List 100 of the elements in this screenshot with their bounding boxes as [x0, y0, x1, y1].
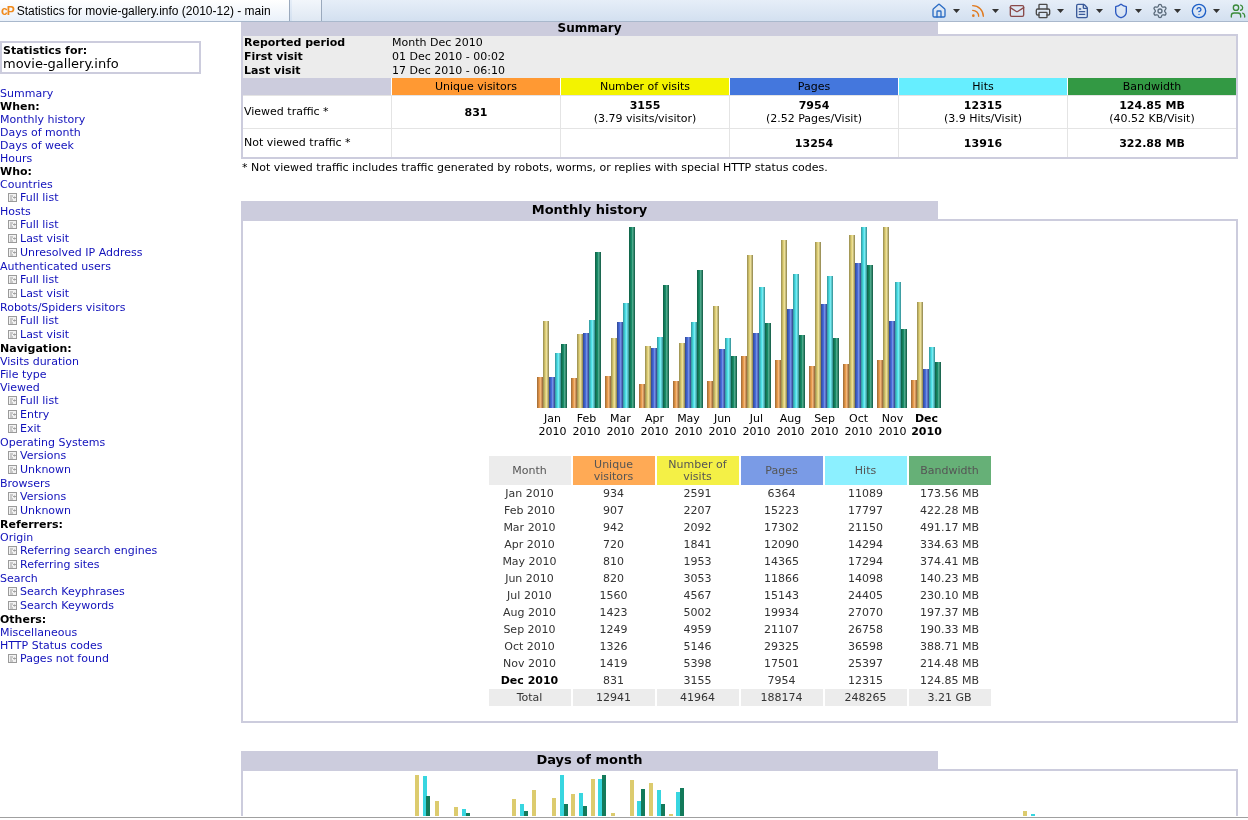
table-cell-text: 2591: [682, 486, 713, 502]
rss-feed-icon[interactable]: [970, 2, 986, 19]
sidebar-sublink[interactable]: Referring search engines: [8, 544, 158, 557]
column-header: Bandwidth: [1067, 78, 1236, 95]
column-header: Hits: [824, 456, 907, 485]
caret-icon[interactable]: [1135, 8, 1142, 13]
table-cell-text: Feb 2010: [503, 503, 556, 519]
sidebar-link[interactable]: Days of week: [0, 139, 74, 152]
sidebar-link[interactable]: Countries: [0, 178, 53, 191]
section-title: Days of month: [241, 751, 938, 769]
page-icon: [8, 465, 17, 474]
table-cell-text: 2207: [682, 503, 713, 519]
sidebar-sublink[interactable]: Search Keywords: [8, 599, 114, 612]
shield-icon[interactable]: [1113, 2, 1129, 19]
table-cell-text: 820: [602, 571, 625, 587]
sidebar-link[interactable]: Browsers: [0, 477, 51, 490]
table-cell-text: 5146: [682, 639, 713, 655]
sidebar-link[interactable]: Monthly history: [0, 113, 86, 126]
sidebar-link[interactable]: Summary: [0, 87, 54, 100]
sidebar-sublink[interactable]: Last visit: [8, 287, 70, 300]
table-cell-text: 1249: [598, 622, 629, 638]
caret-icon[interactable]: [1096, 8, 1103, 13]
page-icon: [8, 546, 17, 555]
table-cell-text: 214.48 MB: [919, 656, 980, 672]
cell-value: 12315: [963, 99, 1003, 112]
sidebar-sublink[interactable]: Unknown: [8, 504, 72, 517]
people-icon[interactable]: [1230, 2, 1246, 19]
sidebar-sublink[interactable]: Full list: [8, 218, 59, 231]
sidebar-link[interactable]: Days of month: [0, 126, 81, 139]
sidebar-link[interactable]: Viewed: [0, 381, 40, 394]
sidebar-link[interactable]: HTTP Status codes: [0, 639, 103, 652]
site-label: Statistics for:: [3, 44, 89, 57]
mail-icon[interactable]: [1009, 2, 1025, 19]
caret-icon[interactable]: [1213, 8, 1220, 13]
sidebar-sublink[interactable]: Versions: [8, 490, 67, 503]
section-title: Summary: [241, 22, 938, 34]
sidebar-sublink[interactable]: Full list: [8, 394, 59, 407]
sidebar-sublink[interactable]: Entry: [8, 408, 50, 421]
table-cell-text: 5002: [682, 605, 713, 621]
page-icon: [8, 275, 17, 284]
table-cell-text: 3053: [682, 571, 713, 587]
sidebar-link[interactable]: Operating Systems: [0, 436, 106, 449]
column-header: Pages: [729, 78, 898, 95]
sidebar-link[interactable]: Hours: [0, 152, 33, 165]
sidebar-sublink[interactable]: Last visit: [8, 328, 70, 341]
sidebar-link[interactable]: Visits duration: [0, 355, 79, 368]
sidebar-link[interactable]: Origin: [0, 531, 34, 544]
table-cell-text: 24405: [847, 588, 884, 604]
sidebar-sublink[interactable]: Pages not found: [8, 652, 109, 665]
column-header: Month: [488, 456, 571, 485]
cell-note: (40.52 KB/Visit): [1109, 112, 1195, 125]
table-cell-text: 17302: [763, 520, 800, 536]
sidebar-sublink[interactable]: Full list: [8, 314, 59, 327]
cell-value: 7954: [798, 99, 830, 112]
sidebar-sublink[interactable]: Full list: [8, 191, 59, 204]
caret-icon[interactable]: [1174, 8, 1181, 13]
table-cell-text: 25397: [847, 656, 884, 672]
caret-icon[interactable]: [1057, 8, 1064, 13]
sidebar-link[interactable]: Authenticated users: [0, 260, 111, 273]
settings-icon[interactable]: [1152, 2, 1168, 19]
help-icon[interactable]: [1191, 2, 1207, 19]
sidebar-link[interactable]: File type: [0, 368, 47, 381]
browser-tab[interactable]: cP Statistics for movie-gallery.info (2010-12) - main: [0, 0, 290, 21]
field-label: First visit: [243, 50, 304, 64]
table-cell-text: 36598: [847, 639, 884, 655]
sidebar-sublink[interactable]: Exit: [8, 422, 41, 435]
sidebar-sublink[interactable]: Referring sites: [8, 558, 100, 571]
sidebar-sublink[interactable]: Full list: [8, 273, 59, 286]
sidebar-sublink[interactable]: Search Keyphrases: [8, 585, 125, 598]
table-cell-text: Aug 2010: [502, 605, 557, 621]
sidebar-sublink[interactable]: Unresolved IP Address: [8, 246, 143, 259]
site-name: movie-gallery.info: [3, 57, 120, 71]
caret-icon[interactable]: [992, 8, 999, 13]
total-cell: 12941: [572, 689, 655, 706]
sidebar-sublink[interactable]: Versions: [8, 449, 67, 462]
caret-icon[interactable]: [953, 8, 960, 13]
cell-value: 3155: [629, 99, 661, 112]
document-icon[interactable]: [1074, 2, 1090, 19]
printer-icon[interactable]: [1035, 2, 1051, 19]
sidebar-link[interactable]: Miscellaneous: [0, 626, 78, 639]
table-cell-text: 19934: [763, 605, 800, 621]
home-icon[interactable]: [931, 2, 947, 19]
table-cell-text: 1560: [598, 588, 629, 604]
sidebar-link[interactable]: Hosts: [0, 205, 31, 218]
sidebar-link[interactable]: Search: [0, 572, 38, 585]
page-icon: [8, 234, 17, 243]
axis-label: Dec 2010: [910, 412, 943, 438]
column-header: Unique visitors: [572, 456, 655, 485]
table-cell-text: 907: [602, 503, 625, 519]
sidebar-sublink[interactable]: Last visit: [8, 232, 70, 245]
table-cell-text: 1423: [598, 605, 629, 621]
table-cell-text: 140.23 MB: [919, 571, 980, 587]
field-label: Last visit: [243, 64, 302, 78]
table-cell-text: 29325: [763, 639, 800, 655]
sidebar-sublink[interactable]: Unknown: [8, 463, 72, 476]
total-cell: 248265: [824, 689, 907, 706]
sidebar-link[interactable]: Robots/Spiders visitors: [0, 301, 126, 314]
table-cell-text: Apr 2010: [503, 537, 556, 553]
site-logo: cP: [1, 4, 14, 17]
axis-label: Oct 2010: [843, 412, 874, 438]
